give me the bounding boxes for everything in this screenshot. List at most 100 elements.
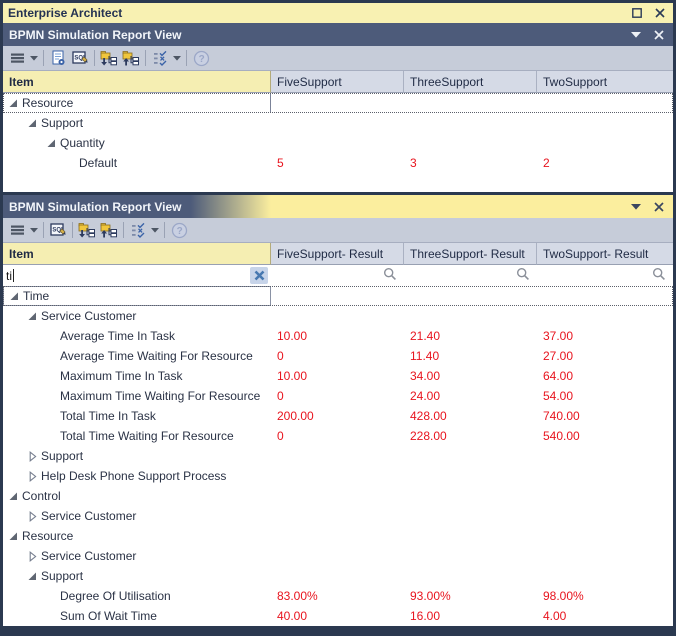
value-cell: 98.00% [537,586,673,606]
search-icon[interactable] [383,267,397,284]
tree-row-sum-of-wait-time[interactable]: Sum Of Wait Time40.0016.004.00 [3,606,673,626]
dropdown-caret-icon[interactable] [28,220,40,241]
column-header-fivesupport-result[interactable]: FiveSupport- Result [271,243,404,265]
tree-row-average-time-in-task[interactable]: Average Time In Task10.0021.4037.00 [3,326,673,346]
enterprise-architect-window: Enterprise Architect BPMN Simulation Rep… [0,0,676,636]
dropdown-caret-icon[interactable] [171,48,183,69]
tree-row-control[interactable]: Control [3,486,673,506]
filter-input-threesupport-result[interactable] [404,265,537,286]
no-toggle-spacer [45,351,58,362]
column-header-threesupport-result[interactable]: ThreeSupport- Result [404,243,537,265]
sql-editor-icon[interactable]: SQL [47,220,69,241]
collapse-toggle-icon[interactable] [7,531,20,542]
tree-row-maximum-time-in-task[interactable]: Maximum Time In Task10.0034.0064.00 [3,366,673,386]
field-chooser-icon[interactable] [127,220,149,241]
tree-row-support[interactable]: Support [3,113,673,133]
clear-filter-icon[interactable] [250,267,268,284]
tree-row-time[interactable]: Time [3,286,673,306]
value-cell: 10.00 [271,366,404,386]
collapse-all-icon[interactable] [98,220,120,241]
no-toggle-spacer [45,391,58,402]
column-header-item[interactable]: Item [3,71,271,93]
dropdown-caret-icon[interactable] [28,48,40,69]
expand-toggle-icon[interactable] [26,451,39,462]
expand-toggle-icon[interactable] [26,471,39,482]
collapse-toggle-icon[interactable] [7,491,20,502]
tree-row-support[interactable]: Support [3,566,673,586]
value-cell [404,113,537,133]
close-icon[interactable] [651,6,668,21]
collapse-toggle-icon[interactable] [8,291,21,302]
tree-row-support[interactable]: Support [3,446,673,466]
tree-row-resource[interactable]: Resource [3,93,673,113]
hamburger-menu-icon[interactable] [6,220,28,241]
panel-toolbar: SQL? [3,218,673,243]
tree-row-label: Service Customer [41,309,136,323]
collapse-toggle-icon[interactable] [26,118,39,129]
collapse-toggle-icon[interactable] [7,98,20,109]
report-document-icon[interactable] [47,48,69,69]
tree-row-total-time-waiting-for-resource[interactable]: Total Time Waiting For Resource0228.0054… [3,426,673,446]
column-header-twosupport-result[interactable]: TwoSupport- Result [537,243,673,265]
column-header-fivesupport[interactable]: FiveSupport [271,71,404,93]
tree-row-label: Help Desk Phone Support Process [41,469,226,483]
value-cell [537,546,673,566]
tree-row-resource[interactable]: Resource [3,526,673,546]
panel-menu-dropdown-icon[interactable] [627,27,644,42]
toolbar-separator [43,222,44,238]
collapse-toggle-icon[interactable] [26,571,39,582]
panel-menu-dropdown-icon[interactable] [627,199,644,214]
expand-toggle-icon[interactable] [26,551,39,562]
tree-row-default[interactable]: Default532 [3,153,673,173]
value-cell [404,133,537,153]
help-icon[interactable]: ? [190,48,212,69]
column-header-threesupport[interactable]: ThreeSupport [404,71,537,93]
expand-all-icon[interactable] [98,48,120,69]
value-cell: 2 [537,153,673,173]
value-cell: 10.00 [271,326,404,346]
column-header-twosupport[interactable]: TwoSupport [537,71,673,93]
value-cell [537,486,673,506]
expand-all-icon[interactable] [76,220,98,241]
value-cell [537,93,673,113]
tree-row-help-desk-phone-support-process[interactable]: Help Desk Phone Support Process [3,466,673,486]
toolbar-separator [72,222,73,238]
sql-editor-icon[interactable]: SQL [69,48,91,69]
item-cell: Quantity [3,133,271,153]
search-icon[interactable] [652,267,666,284]
filter-input-twosupport-result[interactable] [537,265,673,286]
collapse-toggle-icon[interactable] [45,138,58,149]
value-cell [271,546,404,566]
value-cell [404,486,537,506]
field-chooser-icon[interactable] [149,48,171,69]
filter-input-item[interactable]: ti [3,265,271,286]
hamburger-menu-icon[interactable] [6,48,28,69]
search-icon[interactable] [516,267,530,284]
filter-input-fivesupport-result[interactable] [271,265,404,286]
item-cell: Total Time In Task [3,406,271,426]
tree-row-service-customer[interactable]: Service Customer [3,306,673,326]
panel-close-icon[interactable] [650,27,667,42]
value-cell [404,466,537,486]
filter-row: ti [3,265,673,286]
collapse-toggle-icon[interactable] [26,311,39,322]
tree-row-maximum-time-waiting-for-resource[interactable]: Maximum Time Waiting For Resource024.005… [3,386,673,406]
maximize-button[interactable] [628,6,645,21]
value-cell [537,566,673,586]
expand-toggle-icon[interactable] [26,511,39,522]
value-cell: 228.00 [404,426,537,446]
tree-row-total-time-in-task[interactable]: Total Time In Task200.00428.00740.00 [3,406,673,426]
tree-row-quantity[interactable]: Quantity [3,133,673,153]
tree-row-degree-of-utilisation[interactable]: Degree Of Utilisation83.00%93.00%98.00% [3,586,673,606]
report-view-panel-2: BPMN Simulation Report ViewSQL?ItemFiveS… [3,195,673,626]
value-cell [271,446,404,466]
panel-close-icon[interactable] [650,199,667,214]
tree-row-service-customer[interactable]: Service Customer [3,546,673,566]
collapse-all-icon[interactable] [120,48,142,69]
dropdown-caret-icon[interactable] [149,220,161,241]
no-toggle-spacer [64,158,77,169]
column-header-item[interactable]: Item [3,243,271,265]
tree-row-average-time-waiting-for-resource[interactable]: Average Time Waiting For Resource011.402… [3,346,673,366]
help-icon[interactable]: ? [168,220,190,241]
tree-row-service-customer[interactable]: Service Customer [3,506,673,526]
